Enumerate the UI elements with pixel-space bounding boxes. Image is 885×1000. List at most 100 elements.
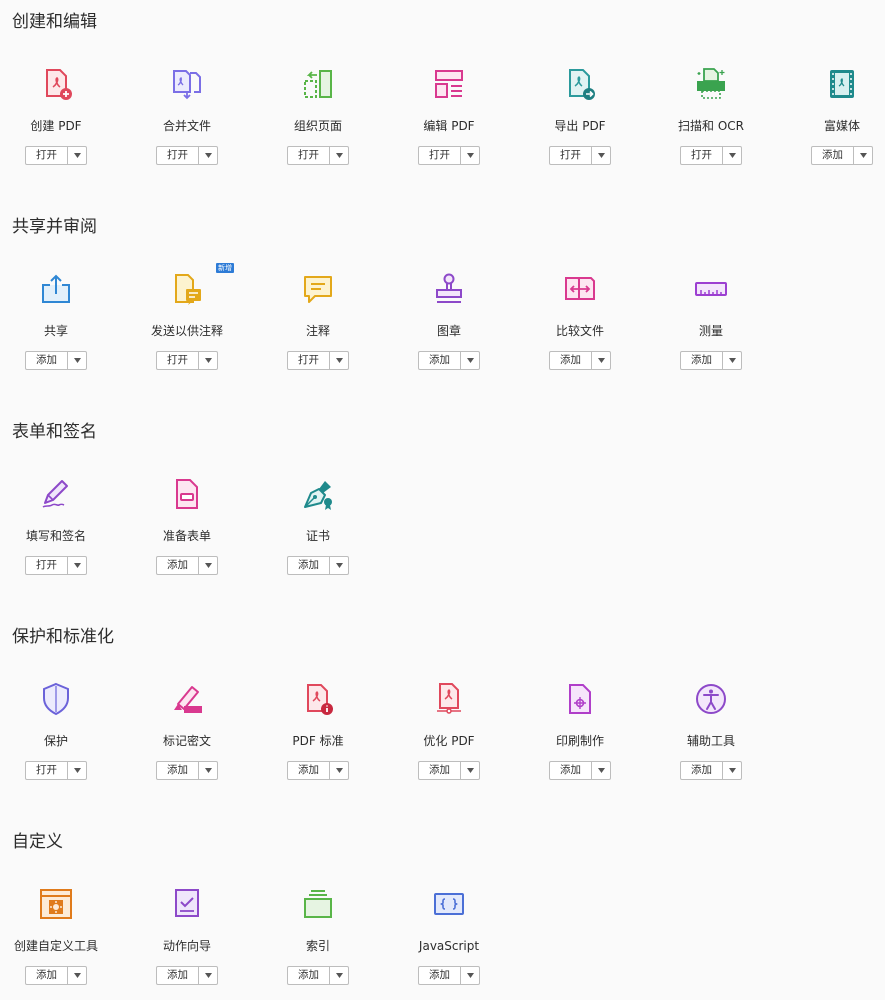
open-button[interactable]: 打开: [288, 352, 330, 369]
open-button[interactable]: 打开: [26, 762, 68, 779]
dropdown-button[interactable]: [723, 147, 741, 164]
tool-create-custom-tool[interactable]: 创建自定义工具 添加: [1, 887, 111, 997]
add-button[interactable]: 添加: [157, 967, 199, 984]
open-button[interactable]: 打开: [550, 147, 592, 164]
dropdown-button[interactable]: [461, 762, 479, 779]
add-button[interactable]: 添加: [26, 967, 68, 984]
dropdown-button[interactable]: [854, 147, 872, 164]
tool-button-group: 添加: [156, 556, 218, 575]
chevron-down-icon: [335, 768, 343, 773]
tool-combine-files[interactable]: 合并文件 打开: [132, 67, 242, 177]
tool-fill-sign[interactable]: 填写和签名 打开: [1, 477, 111, 587]
dropdown-button[interactable]: [461, 352, 479, 369]
dropdown-button[interactable]: [330, 557, 348, 574]
dropdown-button[interactable]: [330, 147, 348, 164]
tool-redact[interactable]: 标记密文 添加: [132, 682, 242, 792]
tool-label: 标记密文: [162, 734, 211, 748]
open-button[interactable]: 打开: [157, 352, 199, 369]
tool-organize-pages[interactable]: 组织页面 打开: [263, 67, 373, 177]
tool-compare-files[interactable]: 比较文件 添加: [525, 272, 635, 382]
open-button[interactable]: 打开: [26, 557, 68, 574]
tool-button-group: 添加: [287, 556, 349, 575]
open-button[interactable]: 打开: [288, 147, 330, 164]
tool-scan-ocr[interactable]: 扫描和 OCR 打开: [656, 67, 766, 177]
tool-button-group: 添加: [549, 761, 611, 780]
organize-pages-icon: [301, 67, 335, 101]
dropdown-button[interactable]: [68, 967, 86, 984]
add-button[interactable]: 添加: [288, 967, 330, 984]
dropdown-button[interactable]: [199, 967, 217, 984]
tool-measure[interactable]: 测量 添加: [656, 272, 766, 382]
certificates-icon: [301, 477, 335, 511]
open-button[interactable]: 打开: [419, 147, 461, 164]
tool-optimize-pdf[interactable]: 优化 PDF 添加: [394, 682, 504, 792]
dropdown-button[interactable]: [330, 967, 348, 984]
dropdown-button[interactable]: [199, 352, 217, 369]
tool-label: 创建自定义工具: [13, 939, 98, 953]
tool-label: 优化 PDF: [423, 734, 475, 748]
tool-print-production[interactable]: 印刷制作 添加: [525, 682, 635, 792]
export-pdf-icon: [563, 67, 597, 101]
tool-comment[interactable]: 注释 打开: [263, 272, 373, 382]
add-button[interactable]: 添加: [419, 967, 461, 984]
dropdown-button[interactable]: [68, 762, 86, 779]
section-title-share-review: 共享并审阅: [12, 217, 97, 237]
chevron-down-icon: [466, 358, 474, 363]
tool-share[interactable]: 共享 添加: [1, 272, 111, 382]
tool-create-pdf[interactable]: 创建 PDF 打开: [1, 67, 111, 177]
chevron-down-icon: [204, 973, 212, 978]
add-button[interactable]: 添加: [550, 352, 592, 369]
dropdown-button[interactable]: [330, 352, 348, 369]
dropdown-button[interactable]: [592, 762, 610, 779]
dropdown-button[interactable]: [461, 967, 479, 984]
tool-pdf-standards[interactable]: PDF 标准 添加: [263, 682, 373, 792]
chevron-down-icon: [204, 153, 212, 158]
dropdown-button[interactable]: [461, 147, 479, 164]
tool-label: 比较文件: [555, 324, 604, 338]
tool-edit-pdf[interactable]: 编辑 PDF 打开: [394, 67, 504, 177]
dropdown-button[interactable]: [592, 352, 610, 369]
add-button[interactable]: 添加: [419, 352, 461, 369]
add-button[interactable]: 添加: [419, 762, 461, 779]
add-button[interactable]: 添加: [812, 147, 854, 164]
open-button[interactable]: 打开: [157, 147, 199, 164]
tool-protect[interactable]: 保护 打开: [1, 682, 111, 792]
tool-send-for-comments[interactable]: 新增 发送以供注释 打开: [132, 263, 242, 382]
tool-stamp[interactable]: 图章 添加: [394, 272, 504, 382]
tool-rich-media[interactable]: 富媒体 添加: [787, 67, 885, 177]
tool-prepare-form[interactable]: 准备表单 添加: [132, 477, 242, 587]
tool-button-group: 添加: [156, 966, 218, 985]
add-button[interactable]: 添加: [288, 762, 330, 779]
dropdown-button[interactable]: [68, 557, 86, 574]
dropdown-button[interactable]: [68, 352, 86, 369]
dropdown-button[interactable]: [199, 762, 217, 779]
tool-export-pdf[interactable]: 导出 PDF 打开: [525, 67, 635, 177]
combine-files-icon: [170, 67, 204, 101]
add-button[interactable]: 添加: [288, 557, 330, 574]
dropdown-button[interactable]: [723, 762, 741, 779]
add-button[interactable]: 添加: [550, 762, 592, 779]
dropdown-button[interactable]: [592, 147, 610, 164]
add-button[interactable]: 添加: [157, 762, 199, 779]
tool-action-wizard[interactable]: 动作向导 添加: [132, 887, 242, 997]
tool-javascript[interactable]: JavaScript 添加: [394, 887, 504, 997]
chevron-down-icon: [335, 153, 343, 158]
dropdown-button[interactable]: [199, 147, 217, 164]
tool-label: 索引: [305, 939, 330, 953]
add-button[interactable]: 添加: [157, 557, 199, 574]
open-button[interactable]: 打开: [681, 147, 723, 164]
protect-icon: [39, 682, 73, 716]
add-button[interactable]: 添加: [681, 352, 723, 369]
dropdown-button[interactable]: [330, 762, 348, 779]
tool-index[interactable]: 索引 添加: [263, 887, 373, 997]
dropdown-button[interactable]: [68, 147, 86, 164]
tool-certificates[interactable]: 证书 添加: [263, 477, 373, 587]
open-button[interactable]: 打开: [26, 147, 68, 164]
chevron-down-icon: [204, 358, 212, 363]
add-button[interactable]: 添加: [26, 352, 68, 369]
comment-icon: [301, 272, 335, 306]
tool-accessibility[interactable]: 辅助工具 添加: [656, 682, 766, 792]
dropdown-button[interactable]: [723, 352, 741, 369]
dropdown-button[interactable]: [199, 557, 217, 574]
add-button[interactable]: 添加: [681, 762, 723, 779]
